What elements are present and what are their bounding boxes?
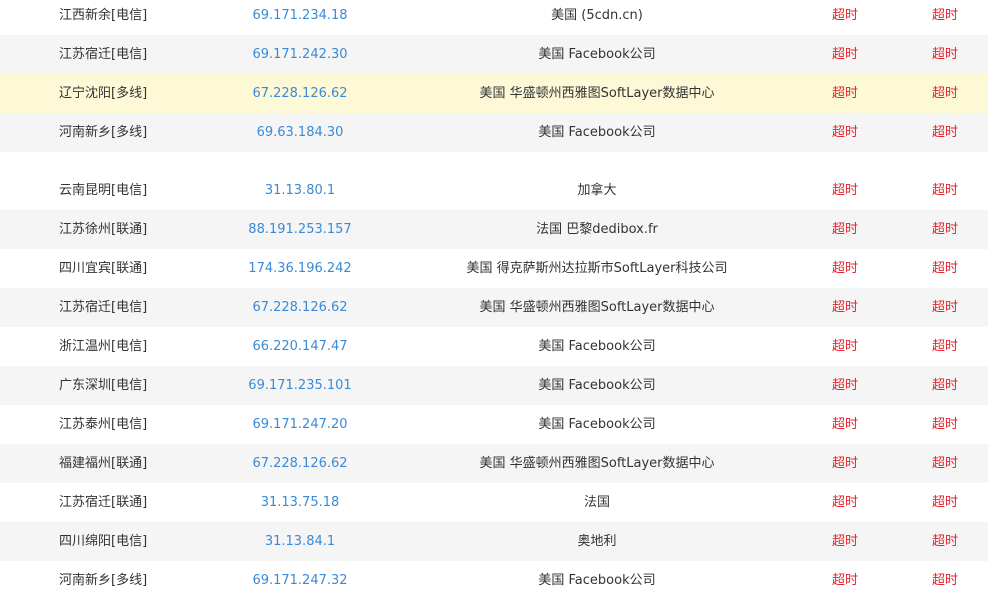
ip-cell[interactable]: 69.171.247.32 [200,561,400,600]
geo-location-cell: 法国 巴黎dedibox.fr [536,222,658,237]
ip-cell[interactable]: 69.171.242.30 [200,35,400,74]
table-row: 江苏宿迁[电信] 67.228.126.62 美国 华盛顿州西雅图SoftLayer… [0,288,988,327]
result-cell-1: 超时 [831,8,858,23]
ip-cell[interactable]: 66.220.147.47 [200,327,400,366]
result-cell-2: 超时 [931,573,958,588]
result-cell-2: 超时 [931,534,958,549]
location-cell: 四川宜宾[联通] [59,261,148,276]
ip-cell[interactable]: 69.171.247.20 [200,405,400,444]
result-cell-1: 超时 [831,417,858,432]
result-cell-1: 超时 [831,300,858,315]
table-row: 江苏宿迁[电信] 69.171.242.30 美国 Facebook公司 超时 超时 [0,35,988,74]
result-cell-1: 超时 [831,378,858,393]
result-cell-1: 超时 [831,222,858,237]
geo-location-cell: 美国 Facebook公司 [538,339,656,354]
geo-location-cell: 奥地利 [577,534,617,549]
location-cell: 江苏泰州[电信] [59,417,148,432]
geo-location-cell: 美国 (5cdn.cn) [551,8,643,23]
geo-location-cell: 美国 得克萨斯州达拉斯市SoftLayer科技公司 [466,261,728,276]
result-cell-2: 超时 [931,417,958,432]
table-row: 广东深圳[电信] 69.171.235.101 美国 Facebook公司 超时 超时 [0,366,988,405]
ip-cell[interactable]: 88.191.253.157 [200,210,400,249]
result-cell-1: 超时 [831,125,858,140]
result-cell-2: 超时 [931,222,958,237]
ip-cell[interactable]: 69.171.235.101 [200,366,400,405]
geo-location-cell: 加拿大 [577,183,617,198]
table-row: 云南昆明[电信] 31.13.80.1 加拿大 超时 超时 [0,171,988,210]
result-cell-1: 超时 [831,456,858,471]
ip-cell[interactable]: 31.13.84.1 [200,522,400,561]
location-cell: 浙江温州[电信] [59,339,148,354]
ip-cell[interactable]: 31.13.75.18 [200,483,400,522]
result-cell-2: 超时 [931,339,958,354]
geo-location-cell: 美国 华盛顿州西雅图SoftLayer数据中心 [479,86,715,101]
ip-cell[interactable]: 31.13.80.1 [200,171,400,210]
location-cell: 福建福州[联通] [59,456,148,471]
ip-cell[interactable]: 67.228.126.62 [200,444,400,483]
table-row: 河南新乡[多线] 69.171.247.32 美国 Facebook公司 超时 超时 [0,561,988,600]
location-cell: 江西新余[电信] [59,8,148,23]
geo-location-cell: 法国 [583,495,610,510]
location-cell: 江苏宿迁[联通] [59,495,148,510]
geo-location-cell: 美国 Facebook公司 [538,573,656,588]
location-cell: 江苏宿迁[电信] [59,300,148,315]
location-cell: 辽宁沈阳[多线] [59,86,148,101]
location-cell: 江苏宿迁[电信] [59,47,148,62]
table-row: 江苏宿迁[联通] 31.13.75.18 法国 超时 超时 [0,483,988,522]
location-cell: 江苏徐州[联通] [59,222,148,237]
geo-location-cell: 美国 Facebook公司 [538,125,656,140]
result-cell-1: 超时 [831,261,858,276]
table-row: 江西新余[电信] 69.171.234.18 美国 (5cdn.cn) 超时 超时 [0,0,988,35]
result-cell-1: 超时 [831,86,858,101]
geo-location-cell: 美国 Facebook公司 [538,417,656,432]
table-row: 河南新乡[多线] 69.63.184.30 美国 Facebook公司 超时 超时 [0,113,988,152]
table-row: 四川绵阳[电信] 31.13.84.1 奥地利 超时 超时 [0,522,988,561]
table-row: 四川宜宾[联通] 174.36.196.242 美国 得克萨斯州达拉斯市SoftLa… [0,249,988,288]
location-cell: 河南新乡[多线] [59,573,148,588]
table-row: 江苏徐州[联通] 88.191.253.157 法国 巴黎dedibox.fr 超时 超… [0,210,988,249]
result-cell-1: 超时 [831,339,858,354]
result-cell-2: 超时 [931,300,958,315]
result-cell-1: 超时 [831,534,858,549]
table-row: 江苏泰州[电信] 69.171.247.20 美国 Facebook公司 超时 超时 [0,405,988,444]
result-cell-2: 超时 [931,125,958,140]
table-row: 辽宁沈阳[多线] 67.228.126.62 美国 华盛顿州西雅图SoftLayer… [0,74,988,113]
ip-cell[interactable]: 69.171.234.18 [200,0,400,35]
result-cell-2: 超时 [931,86,958,101]
ip-cell[interactable]: 174.36.196.242 [200,249,400,288]
location-cell: 四川绵阳[电信] [59,534,148,549]
location-cell: 河南新乡[多线] [59,125,148,140]
result-cell-1: 超时 [831,47,858,62]
location-cell: 云南昆明[电信] [59,183,148,198]
result-cell-2: 超时 [931,8,958,23]
ip-cell[interactable]: 69.63.184.30 [200,113,400,152]
result-cell-2: 超时 [931,47,958,62]
result-cell-1: 超时 [831,573,858,588]
result-cell-2: 超时 [931,456,958,471]
geo-location-cell: 美国 Facebook公司 [538,47,656,62]
table-row: 浙江温州[电信] 66.220.147.47 美国 Facebook公司 超时 超时 [0,327,988,366]
geo-location-cell: 美国 Facebook公司 [538,378,656,393]
result-cell-2: 超时 [931,495,958,510]
result-cell-2: 超时 [931,378,958,393]
geo-location-cell: 美国 华盛顿州西雅图SoftLayer数据中心 [479,456,715,471]
location-cell: 广东深圳[电信] [59,378,148,393]
result-cell-2: 超时 [931,183,958,198]
result-cell-1: 超时 [831,183,858,198]
result-cell-1: 超时 [831,495,858,510]
geo-location-cell: 美国 华盛顿州西雅图SoftLayer数据中心 [479,300,715,315]
ip-cell[interactable]: 67.228.126.62 [200,288,400,327]
result-cell-2: 超时 [931,261,958,276]
ip-cell[interactable]: 67.228.126.62 [200,74,400,113]
table-row: 福建福州[联通] 67.228.126.62 美国 华盛顿州西雅图SoftLayer… [0,444,988,483]
